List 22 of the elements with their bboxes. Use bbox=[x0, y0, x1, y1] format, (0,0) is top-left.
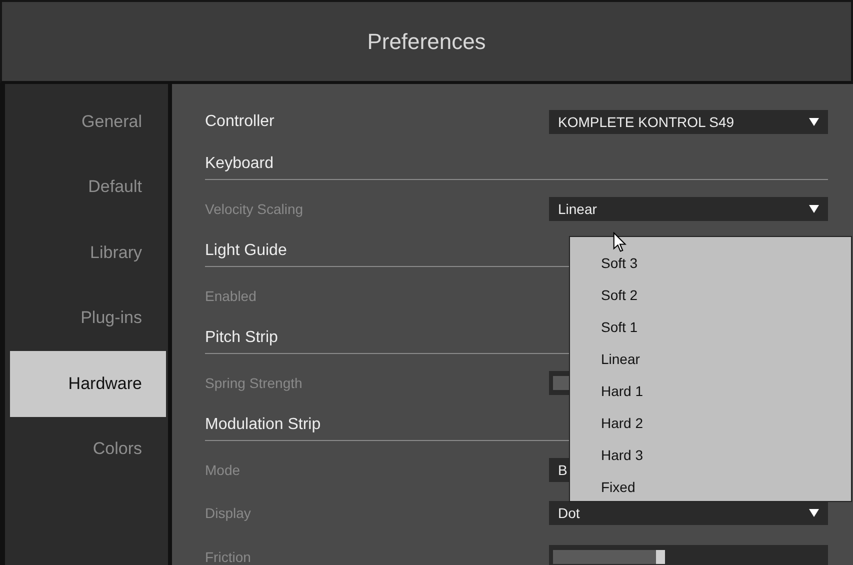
dropdown-select[interactable]: Dot bbox=[549, 501, 828, 526]
sidebar-item[interactable]: Default bbox=[5, 154, 168, 220]
dropdown-select[interactable]: KOMPLETE KONTROL S49 bbox=[549, 110, 828, 134]
menu-item[interactable]: Hard 3 bbox=[570, 439, 851, 471]
setting-label: Spring Strength bbox=[205, 374, 302, 391]
menu-item[interactable]: Hard 1 bbox=[570, 375, 851, 407]
setting-label: Velocity Scaling bbox=[205, 200, 304, 217]
section-heading: Keyboard bbox=[205, 144, 828, 180]
sidebar-item[interactable]: General bbox=[5, 89, 168, 154]
sidebar-item[interactable]: Colors bbox=[5, 416, 168, 482]
setting-label: Enabled bbox=[205, 288, 256, 304]
sidebar-item[interactable]: Library bbox=[5, 220, 168, 286]
setting-label: Friction bbox=[205, 548, 251, 565]
window-title: Preferences bbox=[367, 28, 486, 54]
menu-item[interactable]: Soft 2 bbox=[570, 279, 851, 311]
sidebar-item[interactable]: Hardware bbox=[10, 351, 166, 416]
setting-label: Mode bbox=[205, 462, 240, 478]
setting-label: Display bbox=[205, 505, 251, 522]
menu-item[interactable]: Fixed bbox=[570, 471, 851, 503]
dropdown-select[interactable]: Linear bbox=[549, 196, 828, 221]
setting-label: Controller bbox=[205, 112, 274, 131]
sidebar-item[interactable]: Plug-ins bbox=[5, 286, 168, 351]
